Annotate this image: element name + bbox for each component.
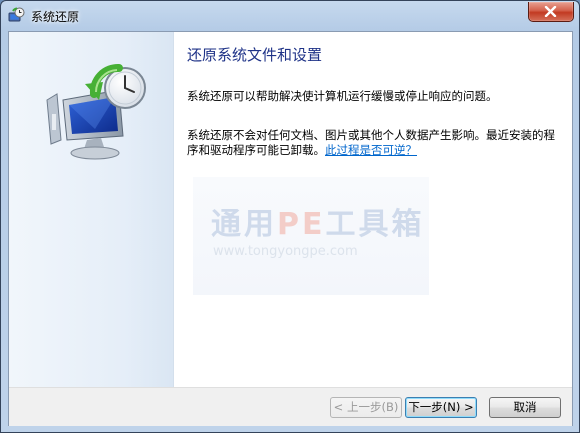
watermark-title-pe: PE <box>277 207 326 242</box>
window-title: 系统还原 <box>31 10 80 24</box>
system-restore-window: 系统还原 还原系统文件和设置 系统还原可以帮助解决使计算机运行缓慢或停止响应的问… <box>0 0 580 433</box>
close-icon <box>544 6 557 17</box>
watermark-title: 通用PE工具箱 <box>211 199 424 243</box>
watermark: 通用PE工具箱 www.tongyongpe.com <box>193 177 429 295</box>
warning-paragraph: 系统还原不会对任何文档、图片或其他个人数据产生影响。最近安装的程序和驱动程序可能… <box>187 128 557 158</box>
system-restore-icon <box>8 7 25 24</box>
close-button[interactable] <box>528 2 574 22</box>
description-text: 系统还原可以帮助解决使计算机运行缓慢或停止响应的问题。 <box>187 89 498 103</box>
wizard-client-area: 还原系统文件和设置 系统还原可以帮助解决使计算机运行缓慢或停止响应的问题。 系统… <box>8 31 573 426</box>
undo-info-link[interactable]: 此过程是否可逆？ <box>325 143 417 157</box>
back-button[interactable]: < 上一步(B) <box>330 397 402 418</box>
page-heading: 还原系统文件和设置 <box>187 46 323 64</box>
watermark-title-a: 通用 <box>211 207 277 242</box>
next-button[interactable]: 下一步(N) > <box>405 397 477 418</box>
wizard-button-bar: < 上一步(B) 下一步(N) > 取消 <box>9 387 572 426</box>
title-bar[interactable]: 系统还原 <box>1 1 579 31</box>
watermark-title-b: 工具箱 <box>325 207 425 242</box>
watermark-url: www.tongyongpe.com <box>213 244 358 259</box>
monitor-clock-restore-icon <box>46 64 146 160</box>
wizard-side-panel <box>9 32 174 387</box>
cancel-button[interactable]: 取消 <box>489 397 561 418</box>
